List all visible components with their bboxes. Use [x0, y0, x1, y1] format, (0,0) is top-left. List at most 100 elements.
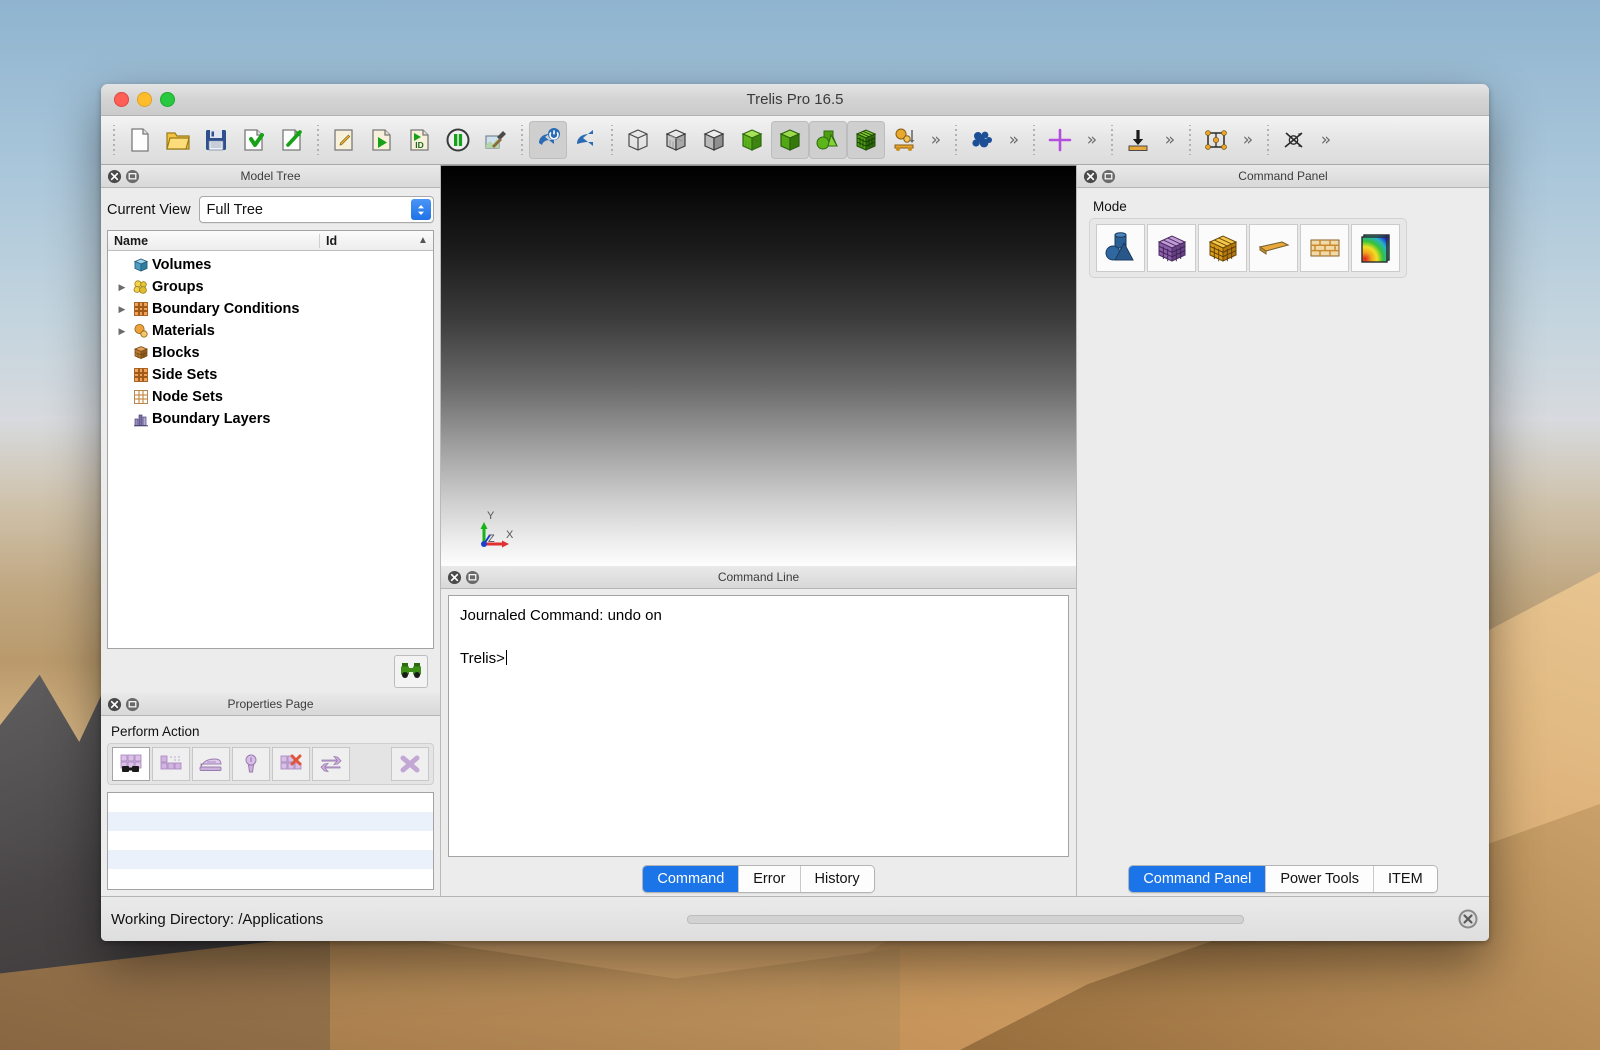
column-header-name[interactable]: Name	[108, 234, 319, 248]
solid-green-cube-icon[interactable]	[771, 121, 809, 159]
toolbar-overflow-chevron[interactable]: »	[1157, 131, 1183, 149]
toolbar-grip[interactable]	[1029, 125, 1039, 155]
toolbar-grip[interactable]	[517, 125, 527, 155]
command-panel-tabgroup[interactable]: Command Panel Power Tools ITEM	[1128, 865, 1438, 893]
undo-toggle-icon[interactable]	[529, 121, 567, 159]
tree-item-side-sets[interactable]: Side Sets	[108, 364, 433, 386]
mesh-cube-icon[interactable]	[847, 121, 885, 159]
wireframe-cube-icon[interactable]	[619, 121, 657, 159]
boundary-plate-mode-icon[interactable]	[1249, 224, 1298, 272]
expand-triangle-icon[interactable]: ▶	[114, 282, 130, 293]
command-line-dock-buttons[interactable]	[447, 570, 480, 585]
list-item[interactable]	[108, 850, 433, 869]
tree-item-volumes[interactable]: Volumes	[108, 254, 433, 276]
tree-item-materials[interactable]: ▶ Materials	[108, 320, 433, 342]
edit-journal-icon[interactable]	[325, 121, 363, 159]
mesh-purple-mode-icon[interactable]	[1147, 224, 1196, 272]
node-frame-icon[interactable]	[1197, 121, 1235, 159]
toolbar-grip[interactable]	[109, 125, 119, 155]
toolbar-grip[interactable]	[951, 125, 961, 155]
material-brick-mode-icon[interactable]	[1300, 224, 1349, 272]
list-item[interactable]	[108, 831, 433, 850]
command-panel-dock-buttons[interactable]	[1083, 169, 1116, 184]
tree-item-blocks[interactable]: Blocks	[108, 342, 433, 364]
build-hammer-icon[interactable]	[477, 121, 515, 159]
smooth-iron-icon[interactable]	[192, 747, 230, 781]
analysis-color-mode-icon[interactable]	[1351, 224, 1400, 272]
cross-arrows-icon[interactable]	[1275, 121, 1313, 159]
close-panel-icon[interactable]	[447, 570, 462, 585]
toolbar-overflow-chevron[interactable]: »	[1079, 131, 1105, 149]
toolbar-grip[interactable]	[313, 125, 323, 155]
toolbar-grip[interactable]	[607, 125, 617, 155]
purple-cross-icon[interactable]	[1041, 121, 1079, 159]
undo-arrow-icon[interactable]	[567, 121, 605, 159]
import-file-icon[interactable]	[235, 121, 273, 159]
model-tree-view[interactable]: Name Id ▲ Volumes ▶ Groups ▶ Boundary Co…	[107, 230, 434, 649]
smooth-shade-cube-icon[interactable]	[733, 121, 771, 159]
mesh-node-icon[interactable]	[232, 747, 270, 781]
zoom-window-button[interactable]	[160, 92, 175, 107]
mode-button-group[interactable]	[1089, 218, 1407, 278]
mesh-orange-mode-icon[interactable]	[1198, 224, 1247, 272]
current-view-select[interactable]: Full Tree	[198, 196, 434, 223]
properties-list[interactable]	[107, 792, 434, 890]
close-window-button[interactable]	[114, 92, 129, 107]
float-panel-icon[interactable]	[1101, 169, 1116, 184]
export-file-icon[interactable]	[273, 121, 311, 159]
tab-power-tools[interactable]: Power Tools	[1266, 866, 1375, 892]
down-arrow-bar-icon[interactable]	[1119, 121, 1157, 159]
tab-history[interactable]: History	[800, 866, 874, 892]
window-controls[interactable]	[114, 92, 175, 107]
new-file-icon[interactable]	[121, 121, 159, 159]
toolbar-overflow-chevron[interactable]: »	[1001, 131, 1027, 149]
expand-triangle-icon[interactable]: ▶	[114, 326, 130, 337]
play-journal-icon[interactable]	[363, 121, 401, 159]
float-panel-icon[interactable]	[125, 697, 140, 712]
delete-mesh-icon[interactable]	[272, 747, 310, 781]
list-item[interactable]	[108, 793, 433, 812]
command-output[interactable]: Journaled Command: undo on Trelis>	[448, 595, 1069, 857]
toolbar-grip[interactable]	[1107, 125, 1117, 155]
close-panel-icon[interactable]	[107, 169, 122, 184]
pause-icon[interactable]	[439, 121, 477, 159]
list-item[interactable]	[108, 869, 433, 888]
column-header-id[interactable]: Id	[319, 233, 413, 248]
minimize-window-button[interactable]	[137, 92, 152, 107]
tab-command-panel[interactable]: Command Panel	[1129, 866, 1267, 892]
close-x-icon[interactable]	[391, 747, 429, 781]
stop-button[interactable]	[1457, 908, 1479, 930]
shaded-grey-cube-icon[interactable]	[695, 121, 733, 159]
properties-dock-buttons[interactable]	[107, 697, 140, 712]
materials-icon[interactable]	[885, 121, 923, 159]
tree-item-boundary-conditions[interactable]: ▶ Boundary Conditions	[108, 298, 433, 320]
list-item[interactable]	[108, 812, 433, 831]
graphics-viewport[interactable]: Y X Z	[441, 165, 1076, 566]
id-journal-icon[interactable]: ID	[401, 121, 439, 159]
tree-item-boundary-layers[interactable]: Boundary Layers	[108, 408, 433, 430]
model-tree-dock-buttons[interactable]	[107, 169, 140, 184]
command-line-tabs[interactable]: Command Error History	[441, 857, 1076, 896]
tab-command[interactable]: Command	[643, 866, 740, 892]
inspect-mesh-icon[interactable]	[112, 747, 150, 781]
tree-item-node-sets[interactable]: Node Sets	[108, 386, 433, 408]
main-toolbar[interactable]: ID » » » » » »	[101, 116, 1489, 165]
tree-search-icon[interactable]	[394, 654, 428, 688]
open-folder-icon[interactable]	[159, 121, 197, 159]
tab-item[interactable]: ITEM	[1374, 866, 1437, 892]
toolbar-overflow-chevron[interactable]: »	[1313, 131, 1339, 149]
command-line-tabgroup[interactable]: Command Error History	[642, 865, 875, 893]
mesh-quality-icon[interactable]	[152, 747, 190, 781]
hidden-line-cube-icon[interactable]	[657, 121, 695, 159]
save-floppy-icon[interactable]	[197, 121, 235, 159]
chevron-updown-icon[interactable]	[411, 199, 431, 220]
tab-error[interactable]: Error	[739, 866, 801, 892]
command-panel-tabs[interactable]: Command Panel Power Tools ITEM	[1077, 857, 1489, 896]
float-panel-icon[interactable]	[125, 169, 140, 184]
toolbar-grip[interactable]	[1185, 125, 1195, 155]
close-panel-icon[interactable]	[107, 697, 122, 712]
close-panel-icon[interactable]	[1083, 169, 1098, 184]
float-panel-icon[interactable]	[465, 570, 480, 585]
model-tree-header[interactable]: Name Id ▲	[108, 231, 433, 251]
tree-item-groups[interactable]: ▶ Groups	[108, 276, 433, 298]
